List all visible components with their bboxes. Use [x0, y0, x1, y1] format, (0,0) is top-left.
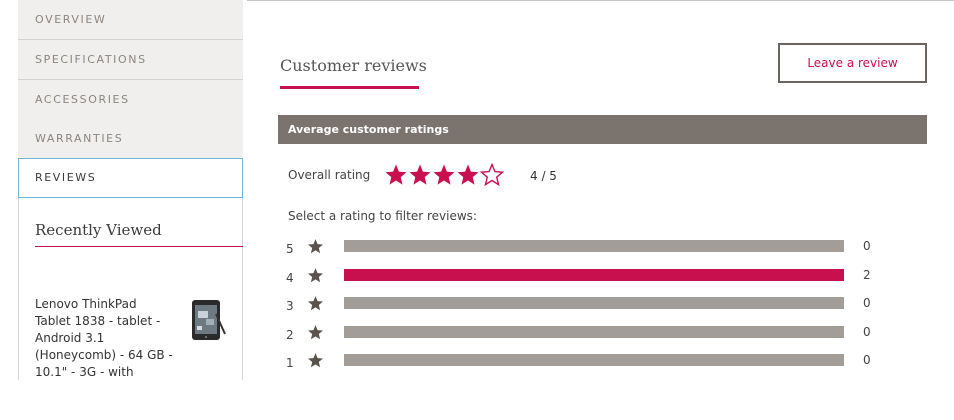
rating-filter-row-3[interactable]: 3 0 — [286, 295, 886, 317]
sidebar: OVERVIEW SPECIFICATIONS ACCESSORIES WARR… — [18, 0, 243, 420]
overall-rating-stars — [384, 163, 504, 189]
rating-filter-row-5[interactable]: 5 0 — [286, 238, 886, 260]
rating-bar-track — [344, 240, 844, 252]
overall-rating-value: 4 / 5 — [530, 169, 557, 183]
sidebar-right-divider — [242, 198, 243, 382]
top-rule — [247, 0, 954, 1]
tablet-product-icon[interactable] — [190, 298, 228, 344]
sidebar-item-reviews[interactable]: REVIEWS — [18, 158, 243, 198]
rating-number: 5 — [286, 242, 294, 256]
rating-count: 2 — [863, 268, 871, 282]
customer-reviews-heading: Customer reviews — [280, 56, 427, 75]
rating-count: 0 — [863, 239, 871, 253]
sidebar-item-accessories[interactable]: ACCESSORIES — [18, 80, 243, 120]
leave-review-button[interactable]: Leave a review — [778, 43, 927, 83]
sidebar-item-overview[interactable]: OVERVIEW — [18, 0, 243, 40]
rating-number: 4 — [286, 271, 294, 285]
rating-bar-track — [344, 326, 844, 338]
rating-count: 0 — [863, 353, 871, 367]
average-ratings-header: Average customer ratings — [278, 115, 927, 144]
star-filled-icon — [385, 164, 407, 185]
rating-bar-track — [344, 269, 844, 281]
customer-reviews-underline — [280, 86, 419, 89]
rating-number: 3 — [286, 299, 294, 313]
sidebar-left-divider — [18, 198, 19, 382]
rating-bar-fill — [344, 269, 844, 281]
recently-viewed-underline — [35, 246, 243, 247]
rating-bar-track — [344, 354, 844, 366]
star-icon — [308, 239, 323, 254]
rating-bar-track — [344, 297, 844, 309]
sidebar-item-warranties[interactable]: WARRANTIES — [18, 119, 243, 159]
recently-viewed-title: Recently Viewed — [35, 221, 162, 239]
star-icon — [308, 353, 323, 368]
sidebar-fade — [18, 380, 243, 420]
rating-filter-row-2[interactable]: 2 0 — [286, 324, 886, 346]
star-icon — [308, 325, 323, 340]
star-empty-icon — [480, 163, 504, 187]
rating-count: 0 — [863, 325, 871, 339]
filter-rating-label: Select a rating to filter reviews: — [288, 209, 477, 223]
sidebar-item-specifications[interactable]: SPECIFICATIONS — [18, 40, 243, 80]
star-icon — [308, 268, 323, 283]
overall-rating-label: Overall rating — [288, 168, 371, 182]
rating-number: 1 — [286, 356, 294, 370]
star-filled-icon — [409, 164, 431, 185]
star-filled-icon — [433, 164, 455, 185]
rating-number: 2 — [286, 328, 294, 342]
rating-count: 0 — [863, 296, 871, 310]
rating-filter-row-4[interactable]: 4 2 — [286, 267, 886, 289]
star-filled-icon — [457, 164, 479, 185]
rating-filter-row-1[interactable]: 1 0 — [286, 352, 886, 374]
star-icon — [308, 296, 323, 311]
